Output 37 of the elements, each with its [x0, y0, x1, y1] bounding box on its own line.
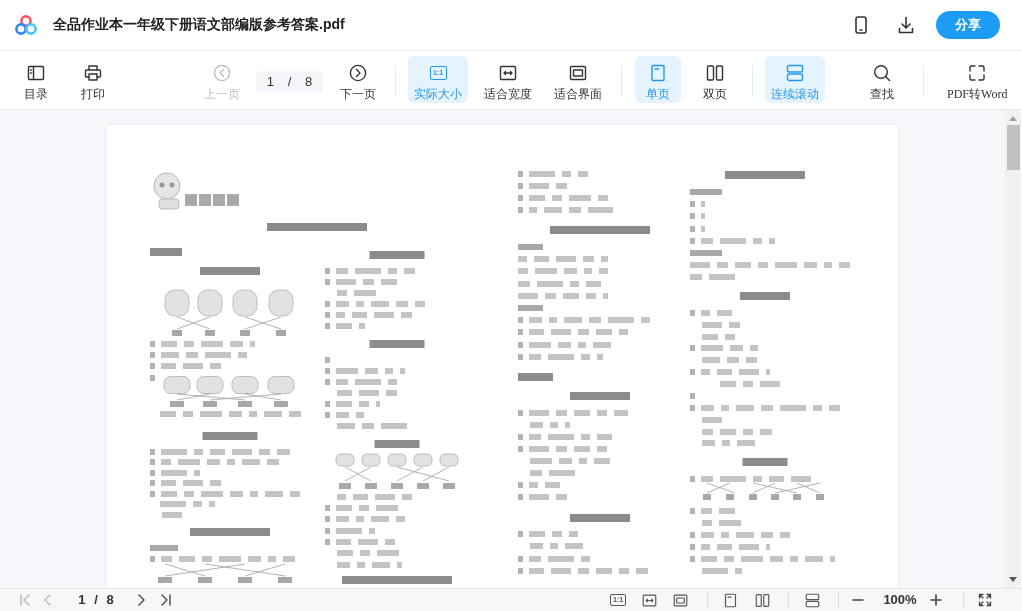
scroll-down-arrow-icon[interactable] [1009, 577, 1017, 582]
page-number-field[interactable]: 1 / 8 [256, 71, 323, 93]
search-button[interactable]: 查找 [859, 56, 905, 103]
next-page-button[interactable]: 下一页 [334, 56, 382, 103]
chevron-bar-right-icon[interactable] [159, 593, 173, 607]
download-icon[interactable] [898, 16, 914, 34]
nested-rectangle-icon[interactable] [673, 592, 688, 608]
page-icon[interactable] [723, 592, 738, 608]
frame-arrows-icon[interactable] [642, 592, 657, 608]
scrollbar-thumb[interactable] [1006, 125, 1020, 170]
search-icon [873, 64, 891, 82]
contents-button[interactable]: 目录 [13, 56, 59, 103]
stacked-rectangles-icon [786, 64, 804, 82]
frame-arrows-icon [499, 64, 517, 82]
print-button[interactable]: 打印 [70, 56, 116, 103]
fit-page-button[interactable]: 适合界面 [548, 56, 608, 103]
left-arrow-circle-icon [213, 64, 231, 82]
stacked-rectangles-icon[interactable] [805, 592, 820, 608]
file-title: 全品作业本一年级下册语文部编版参考答案.pdf [53, 16, 345, 34]
three-rings-logo-icon [14, 14, 38, 36]
phone-icon[interactable] [853, 16, 869, 34]
page-icon [649, 64, 667, 82]
fit-width-button[interactable]: 适合宽度 [478, 56, 538, 103]
plus-icon[interactable] [929, 593, 943, 607]
corner-brackets-icon [968, 64, 987, 82]
two-columns-icon[interactable] [755, 592, 770, 608]
sidebar-panel-icon [27, 64, 45, 82]
fullscreen-icon[interactable] [978, 593, 992, 607]
double-page-button[interactable]: 双页 [692, 56, 738, 103]
page-indicator: 1 / 8 [77, 592, 115, 608]
zoom-level: 100% [882, 592, 918, 608]
two-columns-icon [706, 64, 724, 82]
convert-to-word-button[interactable]: PDF转Word [945, 56, 1010, 103]
printer-icon [84, 64, 102, 82]
scrollbar-track[interactable] [1005, 110, 1021, 588]
nested-rectangle-icon [569, 64, 587, 82]
right-arrow-circle-icon [349, 64, 367, 82]
